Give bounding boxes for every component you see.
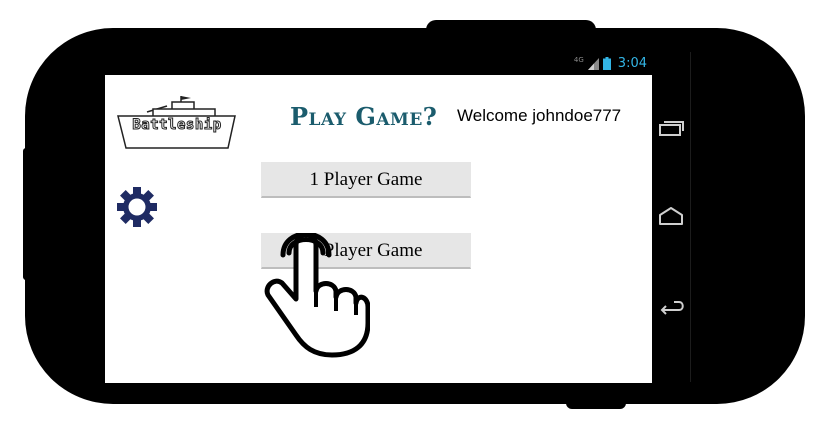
one-player-game-button[interactable]: 1 Player Game (261, 162, 471, 198)
signal-icon (587, 57, 599, 70)
logo-text: Battleship (132, 117, 222, 134)
status-bar: 4G 3:04 (105, 52, 652, 75)
home-icon[interactable] (656, 205, 686, 227)
welcome-message: Welcome johndoe777 (457, 106, 622, 125)
network-type-label: 4G (573, 56, 584, 64)
recent-apps-icon[interactable] (656, 116, 686, 138)
battery-icon (602, 57, 611, 70)
device-bottom-edge (566, 396, 626, 409)
app-screen: 4G 3:04 Battleship Play Game? Welcome jo… (105, 52, 652, 383)
status-icons: 4G 3:04 (574, 55, 647, 72)
back-icon[interactable] (656, 296, 686, 318)
hand-pointer-icon (264, 233, 370, 358)
stage: 4G 3:04 Battleship Play Game? Welcome jo… (0, 0, 832, 436)
page-title: Play Game? (290, 102, 438, 131)
device-divider (690, 52, 691, 382)
battleship-logo-icon: Battleship (117, 92, 237, 152)
gear-icon[interactable] (116, 186, 158, 228)
status-clock: 3:04 (617, 56, 647, 71)
